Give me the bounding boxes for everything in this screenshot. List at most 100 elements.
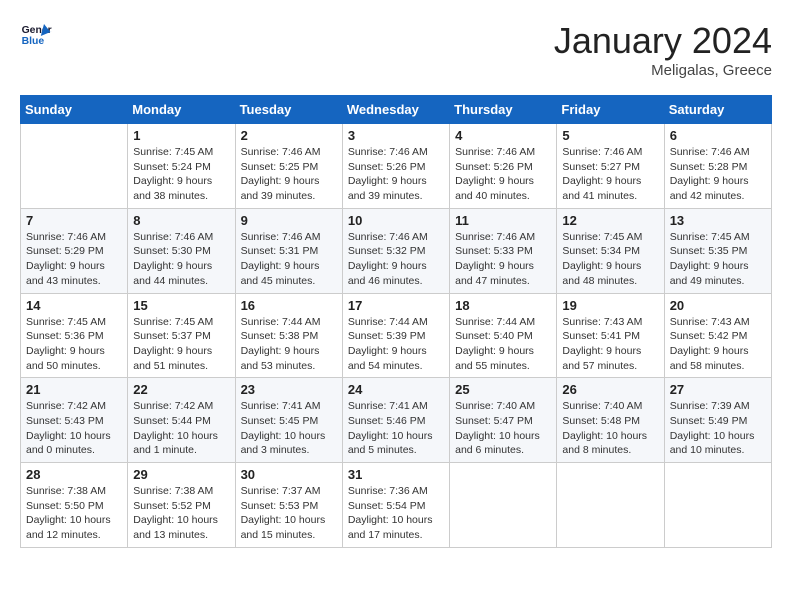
day-number: 7 [26,213,122,228]
day-cell: 28 Sunrise: 7:38 AMSunset: 5:50 PMDayligh… [21,463,128,548]
week-row-4: 28 Sunrise: 7:38 AMSunset: 5:50 PMDayligh… [21,463,772,548]
day-number: 16 [241,298,337,313]
day-info: Sunrise: 7:36 AMSunset: 5:54 PMDaylight:… [348,484,444,543]
day-cell: 12 Sunrise: 7:45 AMSunset: 5:34 PMDayligh… [557,208,664,293]
header-row: SundayMondayTuesdayWednesdayThursdayFrid… [21,96,772,124]
header-wednesday: Wednesday [342,96,449,124]
title-block: January 2024 Meligalas, Greece [554,20,772,79]
day-cell: 23Sunrise: 7:41 AMSunset: 5:45 PMDayligh… [235,378,342,463]
header-monday: Monday [128,96,235,124]
day-info: Sunrise: 7:46 AMSunset: 5:28 PMDaylight:… [670,145,766,204]
day-cell: 1Sunrise: 7:45 AMSunset: 5:24 PMDaylight… [128,124,235,209]
day-number: 10 [348,213,444,228]
day-cell [664,463,771,548]
day-cell: 21 Sunrise: 7:42 AMSunset: 5:43 PMDayligh… [21,378,128,463]
day-info: Sunrise: 7:45 AMSunset: 5:34 PMDaylight:… [562,230,658,289]
day-number: 24 [348,382,444,397]
day-cell: 15 Sunrise: 7:45 AMSunset: 5:37 PMDayligh… [128,293,235,378]
day-cell: 4Sunrise: 7:46 AMSunset: 5:26 PMDaylight… [450,124,557,209]
day-info: Sunrise: 7:41 AMSunset: 5:45 PMDaylight:… [241,399,337,458]
day-info: Sunrise: 7:46 AMSunset: 5:25 PMDaylight:… [241,145,337,204]
day-number: 6 [670,128,766,143]
day-number: 17 [348,298,444,313]
day-info: Sunrise: 7:45 AMSunset: 5:37 PMDaylight:… [133,315,229,374]
day-info: Sunrise: 7:38 AMSunset: 5:52 PMDaylight:… [133,484,229,543]
week-row-3: 21 Sunrise: 7:42 AMSunset: 5:43 PMDayligh… [21,378,772,463]
day-cell: 29 Sunrise: 7:38 AMSunset: 5:52 PMDayligh… [128,463,235,548]
header-saturday: Saturday [664,96,771,124]
day-number: 2 [241,128,337,143]
day-info: Sunrise: 7:37 AMSunset: 5:53 PMDaylight:… [241,484,337,543]
day-cell: 19 Sunrise: 7:43 AMSunset: 5:41 PMDayligh… [557,293,664,378]
day-cell: 17 Sunrise: 7:44 AMSunset: 5:39 PMDayligh… [342,293,449,378]
day-info: Sunrise: 7:46 AMSunset: 5:29 PMDaylight:… [26,230,122,289]
page: General Blue January 2024 Meligalas, Gre… [0,0,792,568]
day-info: Sunrise: 7:44 AMSunset: 5:40 PMDaylight:… [455,315,551,374]
header: General Blue January 2024 Meligalas, Gre… [20,20,772,79]
week-row-0: 1Sunrise: 7:45 AMSunset: 5:24 PMDaylight… [21,124,772,209]
day-cell: 2 Sunrise: 7:46 AMSunset: 5:25 PMDaylight… [235,124,342,209]
day-cell: 9 Sunrise: 7:46 AMSunset: 5:31 PMDaylight… [235,208,342,293]
header-friday: Friday [557,96,664,124]
day-number: 26 [562,382,658,397]
day-number: 12 [562,213,658,228]
month-title: January 2024 [554,20,772,62]
day-info: Sunrise: 7:44 AMSunset: 5:38 PMDaylight:… [241,315,337,374]
day-number: 27 [670,382,766,397]
day-number: 29 [133,467,229,482]
day-cell: 25 Sunrise: 7:40 AMSunset: 5:47 PMDayligh… [450,378,557,463]
day-cell: 24Sunrise: 7:41 AMSunset: 5:46 PMDayligh… [342,378,449,463]
header-thursday: Thursday [450,96,557,124]
day-cell: 26 Sunrise: 7:40 AMSunset: 5:48 PMDayligh… [557,378,664,463]
day-number: 31 [348,467,444,482]
day-number: 9 [241,213,337,228]
logo-icon: General Blue [20,20,52,52]
header-sunday: Sunday [21,96,128,124]
day-info: Sunrise: 7:45 AMSunset: 5:35 PMDaylight:… [670,230,766,289]
day-number: 3 [348,128,444,143]
day-info: Sunrise: 7:40 AMSunset: 5:47 PMDaylight:… [455,399,551,458]
day-cell: 13 Sunrise: 7:45 AMSunset: 5:35 PMDayligh… [664,208,771,293]
day-cell: 11Sunrise: 7:46 AMSunset: 5:33 PMDayligh… [450,208,557,293]
day-cell: 18 Sunrise: 7:44 AMSunset: 5:40 PMDayligh… [450,293,557,378]
day-info: Sunrise: 7:46 AMSunset: 5:27 PMDaylight:… [562,145,658,204]
day-number: 21 [26,382,122,397]
day-cell [21,124,128,209]
day-info: Sunrise: 7:43 AMSunset: 5:41 PMDaylight:… [562,315,658,374]
day-info: Sunrise: 7:46 AMSunset: 5:32 PMDaylight:… [348,230,444,289]
day-number: 15 [133,298,229,313]
day-info: Sunrise: 7:46 AMSunset: 5:31 PMDaylight:… [241,230,337,289]
day-info: Sunrise: 7:38 AMSunset: 5:50 PMDaylight:… [26,484,122,543]
day-info: Sunrise: 7:40 AMSunset: 5:48 PMDaylight:… [562,399,658,458]
day-info: Sunrise: 7:46 AMSunset: 5:30 PMDaylight:… [133,230,229,289]
day-cell: 8 Sunrise: 7:46 AMSunset: 5:30 PMDaylight… [128,208,235,293]
day-number: 19 [562,298,658,313]
day-cell: 30 Sunrise: 7:37 AMSunset: 5:53 PMDayligh… [235,463,342,548]
day-number: 5 [562,128,658,143]
day-info: Sunrise: 7:45 AMSunset: 5:36 PMDaylight:… [26,315,122,374]
day-info: Sunrise: 7:45 AMSunset: 5:24 PMDaylight:… [133,145,229,204]
day-number: 28 [26,467,122,482]
location: Meligalas, Greece [554,62,772,79]
day-cell: 31 Sunrise: 7:36 AMSunset: 5:54 PMDayligh… [342,463,449,548]
day-cell [450,463,557,548]
day-info: Sunrise: 7:44 AMSunset: 5:39 PMDaylight:… [348,315,444,374]
day-number: 25 [455,382,551,397]
day-cell: 5 Sunrise: 7:46 AMSunset: 5:27 PMDaylight… [557,124,664,209]
day-info: Sunrise: 7:46 AMSunset: 5:33 PMDaylight:… [455,230,551,289]
day-number: 30 [241,467,337,482]
day-info: Sunrise: 7:43 AMSunset: 5:42 PMDaylight:… [670,315,766,374]
day-number: 22 [133,382,229,397]
day-cell: 14Sunrise: 7:45 AMSunset: 5:36 PMDayligh… [21,293,128,378]
day-info: Sunrise: 7:46 AMSunset: 5:26 PMDaylight:… [348,145,444,204]
day-info: Sunrise: 7:42 AMSunset: 5:43 PMDaylight:… [26,399,122,458]
day-cell: 22Sunrise: 7:42 AMSunset: 5:44 PMDayligh… [128,378,235,463]
day-number: 13 [670,213,766,228]
day-cell: 3 Sunrise: 7:46 AMSunset: 5:26 PMDaylight… [342,124,449,209]
svg-text:Blue: Blue [22,36,45,47]
day-number: 18 [455,298,551,313]
day-cell: 27Sunrise: 7:39 AMSunset: 5:49 PMDayligh… [664,378,771,463]
logo: General Blue [20,20,52,52]
day-number: 8 [133,213,229,228]
week-row-2: 14Sunrise: 7:45 AMSunset: 5:36 PMDayligh… [21,293,772,378]
